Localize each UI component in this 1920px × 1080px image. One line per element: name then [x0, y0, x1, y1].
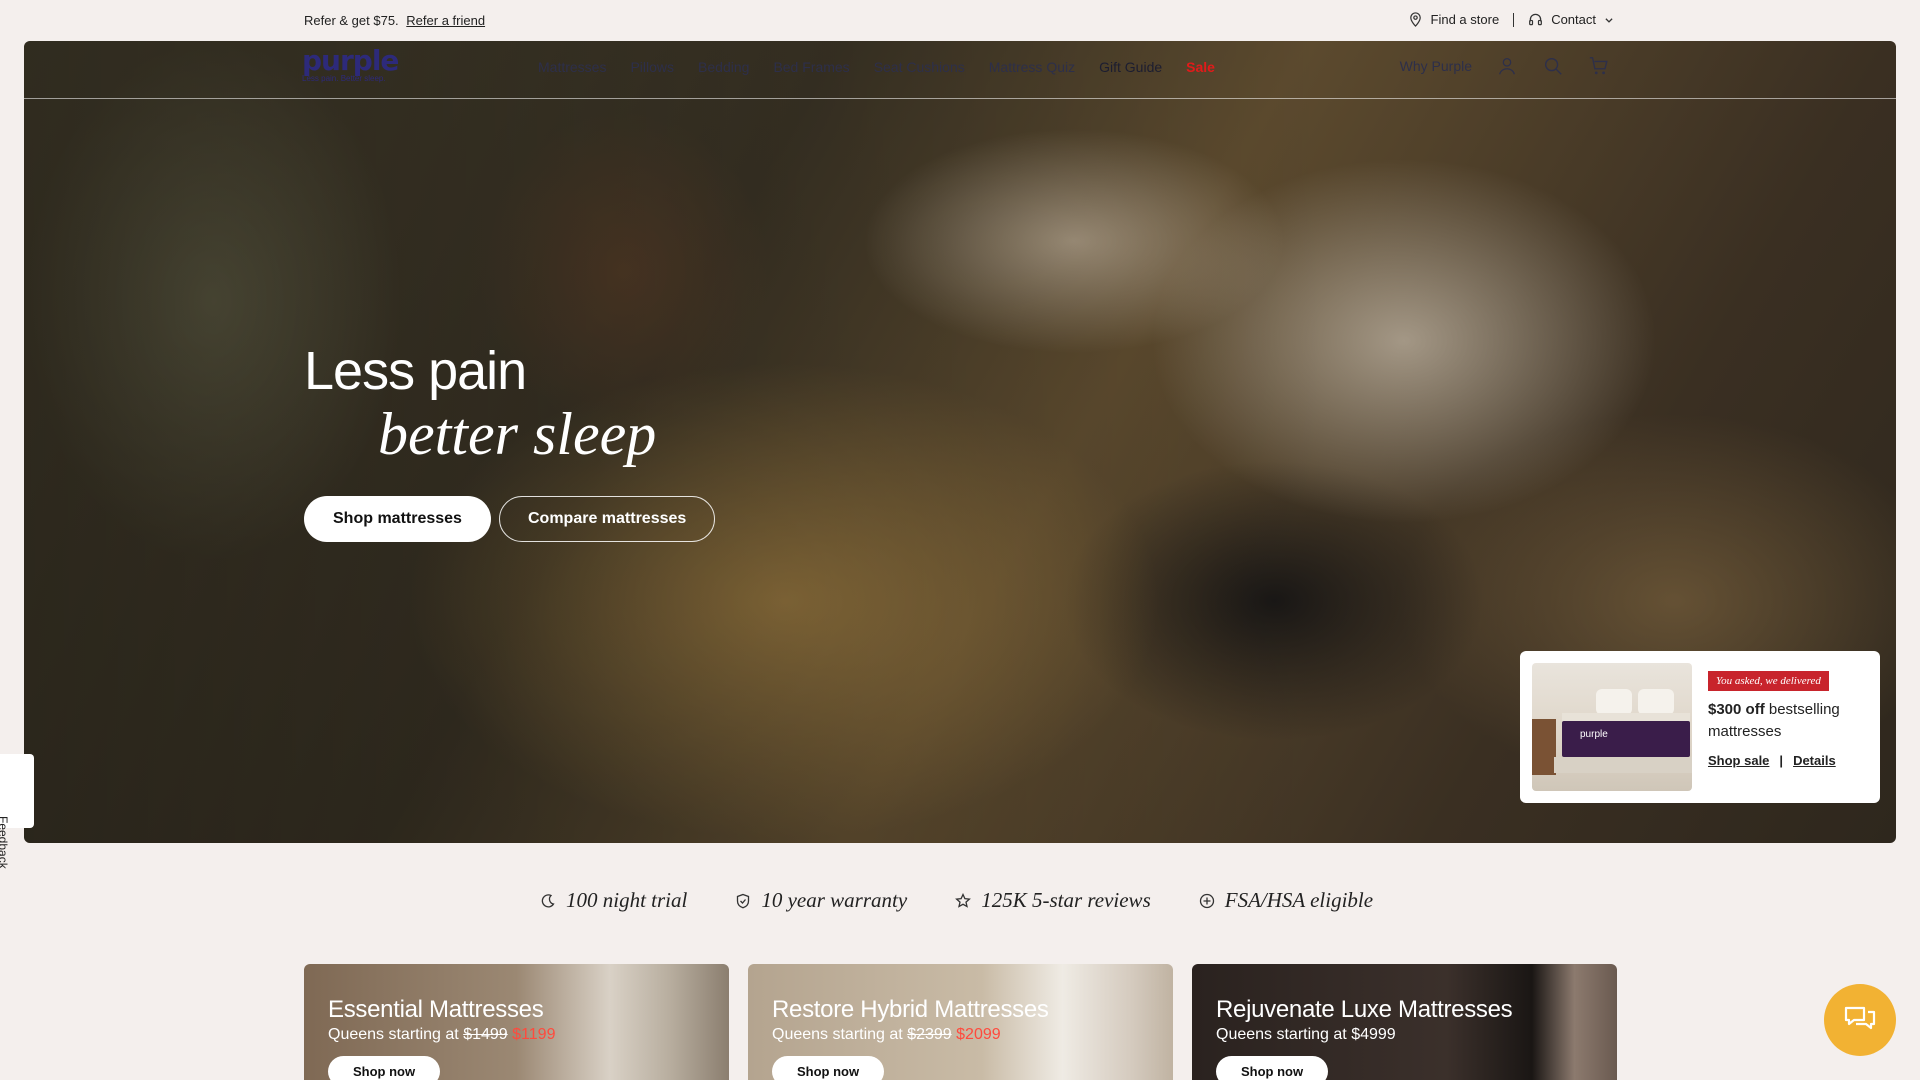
nav-pillows[interactable]: Pillows [630, 59, 674, 75]
old-price: $2399 [907, 1026, 952, 1043]
hero-title-line1: Less pain [304, 341, 527, 401]
prop-fsa: FSA/HSA eligible [1199, 888, 1373, 913]
hero-banner: purple Less pain. Better sleep. Mattress… [24, 41, 1896, 843]
find-store-link[interactable]: Find a store [1408, 12, 1500, 27]
prop-reviews: 125K 5-star reviews [955, 888, 1151, 913]
sale-price: $2099 [956, 1026, 1001, 1043]
promo-content: You asked, we delivered $300 off bestsel… [1708, 663, 1868, 791]
nav-gift-guide[interactable]: Gift Guide [1099, 59, 1162, 75]
card-title: Restore Hybrid Mattresses [772, 996, 1049, 1023]
shield-check-icon [737, 893, 750, 908]
why-purple-link[interactable]: Why Purple [1400, 58, 1472, 74]
shop-mattresses-button[interactable]: Shop mattresses [304, 496, 491, 542]
card-essential[interactable]: Essential Mattresses Queens starting at … [304, 964, 729, 1080]
headset-icon [1529, 13, 1543, 26]
shop-now-button[interactable]: Shop now [328, 1056, 441, 1080]
promo-card: purple You asked, we delivered $300 off … [1520, 651, 1880, 803]
feedback-label: Feedback [0, 816, 10, 869]
medical-badge-icon [1199, 893, 1214, 908]
prop-warranty-label: 10 year warranty [761, 888, 908, 912]
shop-now-button[interactable]: Shop now [1216, 1056, 1329, 1080]
promo-bed-base [1554, 757, 1692, 773]
main-nav: purple Less pain. Better sleep. Mattress… [24, 41, 1896, 99]
prop-trial: 100 night trial [540, 888, 687, 913]
purple-logo[interactable]: purple Less pain. Better sleep. [302, 44, 399, 84]
card-rejuvenate-luxe[interactable]: Rejuvenate Luxe Mattresses Queens starti… [1192, 964, 1617, 1080]
referral-banner: Refer & get $75. Refer a friend [304, 13, 485, 28]
logo-wordmark: purple [302, 44, 399, 77]
nav-mattresses[interactable]: Mattresses [538, 59, 606, 75]
card-price-label: Queens starting at [772, 1026, 903, 1043]
search-icon[interactable] [1542, 55, 1564, 77]
logo-tagline: Less pain. Better sleep. [302, 74, 386, 83]
referral-text: Refer & get $75. [304, 13, 399, 28]
card-price: Queens starting at $1499 $1199 [328, 1026, 705, 1044]
chat-button[interactable] [1824, 984, 1896, 1056]
promo-mattress-image: purple [1532, 663, 1692, 791]
utility-links: Find a store Contact [1408, 12, 1614, 27]
feedback-tab[interactable]: Feedback [0, 754, 34, 869]
hero-title-line2: better sleep [378, 401, 657, 467]
nav-seat-cushions[interactable]: Seat Cushions [874, 59, 965, 75]
card-price: Queens starting at $4999 [1216, 1026, 1396, 1043]
nav-bed-frames[interactable]: Bed Frames [773, 59, 849, 75]
hero-headline: Less pain better sleep [304, 341, 656, 467]
cart-icon[interactable] [1588, 55, 1610, 77]
value-props: 100 night trial 10 year warranty 125K 5-… [540, 888, 1373, 913]
promo-amount: $300 off [1708, 701, 1765, 718]
nav-sale[interactable]: Sale [1186, 59, 1215, 75]
card-price: Queens starting at $2399 $2099 [772, 1026, 1149, 1044]
nav-links: Mattresses Pillows Bedding Bed Frames Se… [538, 59, 1239, 75]
card-title: Essential Mattresses [328, 996, 544, 1023]
product-cards: Essential Mattresses Queens starting at … [304, 964, 1617, 1080]
promo-pillow [1596, 689, 1632, 715]
prop-warranty: 10 year warranty [735, 888, 907, 913]
old-price: $1499 [463, 1026, 508, 1043]
chat-bubbles-icon [1844, 1006, 1876, 1030]
prop-reviews-label: 125K 5-star reviews [981, 888, 1151, 912]
promo-brand-label: purple [1580, 729, 1608, 740]
prop-trial-label: 100 night trial [566, 888, 688, 912]
star-icon [955, 892, 972, 908]
promo-pillow [1638, 689, 1674, 715]
compare-mattresses-button[interactable]: Compare mattresses [499, 496, 716, 542]
promo-separator: | [1779, 753, 1784, 768]
sale-price: $1199 [512, 1026, 556, 1043]
card-title: Rejuvenate Luxe Mattresses [1216, 996, 1513, 1023]
promo-links: Shop sale | Details [1708, 753, 1868, 768]
utility-divider [1513, 12, 1515, 27]
chevron-down-icon [1605, 17, 1613, 23]
details-link[interactable]: Details [1793, 753, 1836, 768]
contact-dropdown[interactable]: Contact [1528, 12, 1614, 27]
account-icon[interactable] [1496, 55, 1518, 77]
contact-label: Contact [1551, 12, 1596, 27]
moon-icon [541, 893, 555, 908]
promo-nightstand [1532, 719, 1556, 775]
prop-fsa-label: FSA/HSA eligible [1224, 888, 1374, 912]
location-pin-icon [1409, 12, 1421, 27]
card-price-label: Queens starting at [328, 1026, 459, 1043]
utility-bar: Refer & get $75. Refer a friend Find a s… [0, 0, 1920, 41]
promo-offer: $300 off bestselling mattresses [1708, 699, 1868, 743]
nav-actions: Why Purple [1400, 55, 1610, 77]
promo-badge: You asked, we delivered [1708, 671, 1829, 691]
nav-mattress-quiz[interactable]: Mattress Quiz [989, 59, 1075, 75]
find-store-label: Find a store [1430, 12, 1500, 27]
card-restore-hybrid[interactable]: Restore Hybrid Mattresses Queens startin… [748, 964, 1173, 1080]
shop-sale-link[interactable]: Shop sale [1708, 753, 1769, 768]
refer-friend-link[interactable]: Refer a friend [406, 13, 485, 28]
nav-bedding[interactable]: Bedding [698, 59, 749, 75]
shop-now-button[interactable]: Shop now [772, 1056, 885, 1080]
